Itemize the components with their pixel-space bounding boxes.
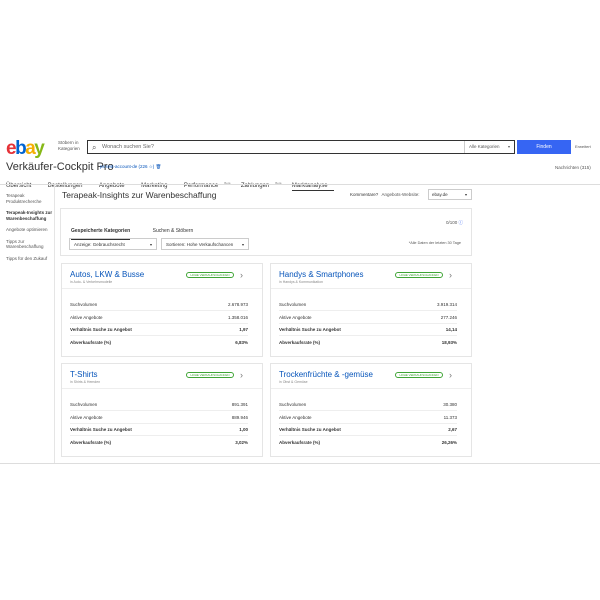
stat-search-volume: Suchvolumen 2.678.973 xyxy=(70,302,248,307)
stat-active-listings: Aktive Angebote 1.358.016 xyxy=(70,315,248,320)
chevron-down-icon: ▾ xyxy=(149,242,152,247)
sidebar-item-product-research[interactable]: Terapeak Produktrecherche xyxy=(6,193,56,204)
saved-counter: 0/100 ⓘ xyxy=(445,220,464,225)
row-divider xyxy=(70,410,248,411)
title-row: Verkäufer-Cockpit Pro ps-test-account-de… xyxy=(6,161,161,173)
sidebar-item-optimize-listings[interactable]: Angebote optimieren xyxy=(6,227,56,233)
high-chance-badge: HOHE VERKAUFSCHANCEN xyxy=(186,272,234,278)
info-icon[interactable]: ⓘ xyxy=(459,220,464,225)
card-divider xyxy=(271,388,471,389)
category-name[interactable]: Trockenfrüchte & -gemüse xyxy=(279,370,373,379)
trash-icon[interactable]: 🗑 xyxy=(156,164,162,169)
category-select[interactable]: Alle Kategorien ▾ xyxy=(464,141,514,153)
find-button[interactable]: Finden xyxy=(517,140,571,154)
row-divider xyxy=(279,323,457,324)
row-divider xyxy=(279,435,457,436)
stat-search-volume: Suchvolumen 891.391 xyxy=(70,402,248,407)
main-nav: Übersicht Bestellungen Angebote Marketin… xyxy=(6,174,340,191)
shop-by-category[interactable]: Stöbern in Kategorien xyxy=(58,140,82,151)
stat-active-listings: Aktive Angebote 277.246 xyxy=(279,315,457,320)
site-select[interactable]: ebay.de ▾ xyxy=(428,189,472,200)
sidebar-item-purchase-tips[interactable]: Tipps für den Zukauf xyxy=(6,256,56,262)
tab-bar: Gespeicherte Kategorien Suchen & Stöbern xyxy=(71,219,211,240)
show-filter-select[interactable]: Anzeige: Gebrauchsrecht ▾ xyxy=(69,238,157,250)
stat-search-volume: Suchvolumen 30.380 xyxy=(279,402,457,407)
card-divider xyxy=(62,288,262,289)
search-icon: ⌕ xyxy=(92,143,97,152)
sidebar: Terapeak Produktrecherche Terapeak-Insig… xyxy=(6,193,56,267)
card-divider xyxy=(62,388,262,389)
chevron-down-icon: ▾ xyxy=(464,192,467,197)
sidebar-item-sourcing-insights[interactable]: Terapeak-Insights zur Warenbeschaffung xyxy=(6,210,56,221)
nav-payments[interactable]: Zahlungen Beta xyxy=(241,181,282,189)
chevron-down-icon: ▾ xyxy=(507,144,510,149)
stat-active-listings: Aktive Angebote 889.946 xyxy=(70,415,248,420)
sort-select[interactable]: Sortieren: Hohe Verkaufschancen ▾ xyxy=(161,238,249,250)
sidebar-item-sourcing-tips[interactable]: Tipps zur Warenbeschaffung xyxy=(6,239,56,250)
data-period-note: *Alle Daten der letzten 30 Tage xyxy=(408,241,461,245)
row-divider xyxy=(70,323,248,324)
category-card[interactable]: Handys & Smartphones in Handys & Kommuni… xyxy=(270,263,472,357)
stat-ratio: Verhältnis Suche zu Angebot 14,14 xyxy=(279,327,457,332)
category-name[interactable]: Autos, LKW & Busse xyxy=(70,270,144,279)
category-parent: in Obst & Gemüse xyxy=(279,380,308,384)
category-parent: in Auto- & Verkehrsmodelle xyxy=(70,280,113,284)
stat-ratio: Verhältnis Suche zu Angebot 2,67 xyxy=(279,427,457,432)
stat-active-listings: Aktive Angebote 11.373 xyxy=(279,415,457,420)
feedback-row: Kommentare? Angebots-Website: xyxy=(350,192,419,197)
row-divider xyxy=(70,335,248,336)
messages-link[interactable]: Nachrichten (315) xyxy=(555,165,591,170)
high-chance-badge: HOHE VERKAUFSCHANCEN xyxy=(395,372,443,378)
stat-sell-through: Abverkaufsrate (%) 3,02% xyxy=(70,440,248,445)
row-divider xyxy=(279,423,457,424)
search-input[interactable]: Wonach suchen Sie? xyxy=(102,144,154,150)
card-divider xyxy=(271,288,471,289)
content-bottom-divider xyxy=(0,463,600,464)
row-divider xyxy=(70,423,248,424)
row-divider xyxy=(279,410,457,411)
ebay-logo[interactable]: ebay xyxy=(6,139,45,158)
category-name[interactable]: T-Shirts xyxy=(70,370,98,379)
chevron-right-icon[interactable]: › xyxy=(449,270,452,280)
row-divider xyxy=(279,335,457,336)
chevron-down-icon: ▾ xyxy=(241,242,244,247)
stat-sell-through: Abverkaufsrate (%) 18,93% xyxy=(279,340,457,345)
site-label: Angebots-Website: xyxy=(381,192,420,197)
nav-performance[interactable]: Performance Beta xyxy=(184,181,231,189)
category-card[interactable]: T-Shirts in Shirts & Hemden HOHE VERKAUF… xyxy=(61,363,263,457)
filter-panel: Gespeicherte Kategorien Suchen & Stöbern… xyxy=(60,208,472,256)
category-parent: in Handys & Kommunikation xyxy=(279,280,323,284)
stat-search-volume: Suchvolumen 3.919.314 xyxy=(279,302,457,307)
stat-sell-through: Abverkaufsrate (%) 26,26% xyxy=(279,440,457,445)
category-card[interactable]: Autos, LKW & Busse in Auto- & Verkehrsmo… xyxy=(61,263,263,357)
high-chance-badge: HOHE VERKAUFSCHANCEN xyxy=(186,372,234,378)
category-card[interactable]: Trockenfrüchte & -gemüse in Obst & Gemüs… xyxy=(270,363,472,457)
category-parent: in Shirts & Hemden xyxy=(70,380,101,384)
chevron-right-icon[interactable]: › xyxy=(240,270,243,280)
row-divider xyxy=(279,310,457,311)
stat-ratio: Verhältnis Suche zu Angebot 1,97 xyxy=(70,327,248,332)
chevron-right-icon[interactable]: › xyxy=(449,370,452,380)
category-name[interactable]: Handys & Smartphones xyxy=(279,270,364,279)
sidebar-divider xyxy=(54,185,55,463)
nav-divider xyxy=(0,184,600,185)
high-chance-badge: HOHE VERKAUFSCHANCEN xyxy=(395,272,443,278)
row-divider xyxy=(70,310,248,311)
advanced-search-link[interactable]: Erweitert xyxy=(575,144,591,149)
page-title: Verkäufer-Cockpit Pro xyxy=(6,161,114,173)
stat-sell-through: Abverkaufsrate (%) 6,83% xyxy=(70,340,248,345)
account-link[interactable]: ps-test-account-de (226 ☆) 🗑 xyxy=(100,164,161,170)
chevron-right-icon[interactable]: › xyxy=(240,370,243,380)
section-title: Terapeak-Insights zur Warenbeschaffung xyxy=(62,190,217,200)
feedback-link[interactable]: Kommentare? xyxy=(350,192,378,197)
search-box[interactable]: ⌕ Wonach suchen Sie? Alle Kategorien ▾ xyxy=(87,140,515,154)
top-bar: ebay Stöbern in Kategorien ⌕ Wonach such… xyxy=(0,138,600,160)
row-divider xyxy=(70,435,248,436)
stat-ratio: Verhältnis Suche zu Angebot 1,00 xyxy=(70,427,248,432)
